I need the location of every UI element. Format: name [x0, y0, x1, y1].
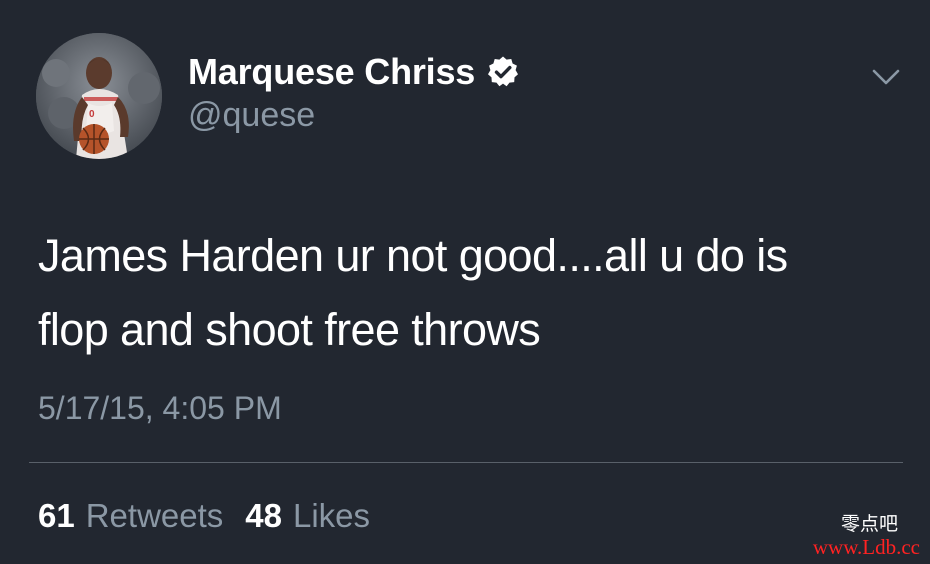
likes-stat[interactable]: 48 Likes	[245, 497, 370, 535]
likes-count: 48	[245, 497, 282, 534]
name-row: Marquese Chriss	[188, 48, 808, 96]
tweet-timestamp[interactable]: 5/17/15, 4:05 PM	[38, 390, 282, 427]
player-photo-avatar-icon: 0	[36, 33, 162, 159]
watermark-chinese-text: 零点吧	[840, 513, 898, 535]
verified-badge-icon	[486, 55, 520, 89]
tweet-card: 0 Marquese Chriss @quese James Harden ur…	[0, 0, 930, 564]
tweet-text: James Harden ur not good....all u do is …	[38, 230, 788, 355]
engagement-stats: 61 Retweets 48 Likes	[38, 497, 392, 535]
watermark-url: www.Ldb.cc	[812, 535, 920, 559]
user-handle[interactable]: @quese	[188, 96, 808, 135]
svg-text:0: 0	[89, 109, 95, 120]
watermark: 零点吧 www.Ldb.cc	[813, 513, 920, 559]
display-name[interactable]: Marquese Chriss	[188, 51, 475, 93]
likes-label: Likes	[293, 497, 371, 534]
retweets-label: Retweets	[85, 497, 224, 534]
avatar[interactable]: 0	[36, 33, 162, 159]
retweets-stat[interactable]: 61 Retweets	[38, 497, 223, 535]
divider	[29, 462, 903, 463]
retweets-count: 61	[38, 497, 75, 534]
chevron-down-icon[interactable]	[866, 58, 906, 98]
author-block: Marquese Chriss @quese	[188, 48, 808, 135]
